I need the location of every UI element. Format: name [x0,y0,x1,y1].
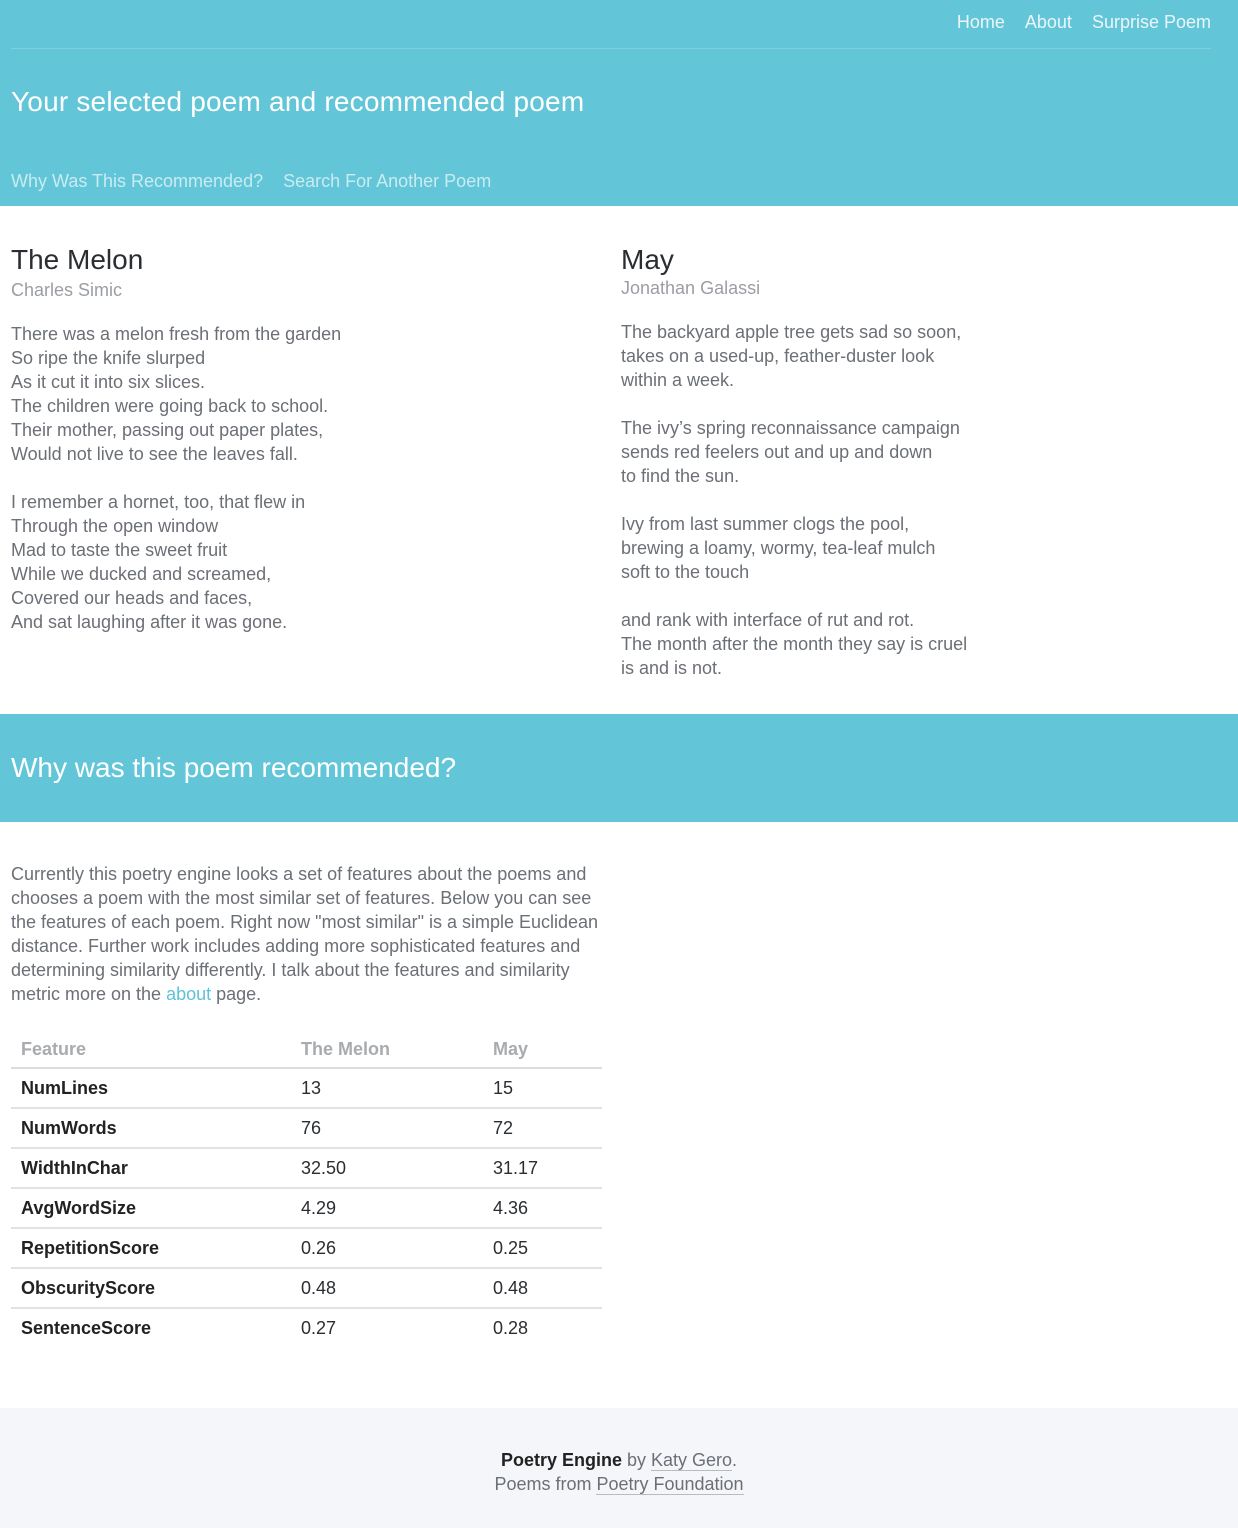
footer-source-link[interactable]: Poetry Foundation [596,1474,744,1495]
feature-value-selected: 76 [291,1108,483,1149]
header-divider [11,48,1211,49]
recommended-poem-title: May [621,244,674,275]
recommended-poem-body: The backyard apple tree gets sad so soon… [621,320,1181,680]
why-recommended-link[interactable]: Why Was This Recommended? [11,171,263,192]
table-header-row: Feature The Melon May [11,1032,602,1069]
feature-name: RepetitionScore [11,1228,291,1269]
feature-value-recommended: 31.17 [483,1148,602,1189]
feature-value-selected: 32.50 [291,1148,483,1189]
poem-line: Covered our heads and faces, [11,588,253,608]
footer-brand: Poetry Engine [500,1450,622,1470]
table-row: NumLines 13 15 [11,1068,602,1109]
poem-line: I remember a hornet, too, that flew in [11,492,306,512]
selected-poem-body: There was a melon fresh from the garden … [11,322,571,634]
features-table: Feature The Melon May NumLines 13 15 Num… [11,1032,602,1348]
feature-value-recommended: 0.25 [483,1228,602,1269]
page-title: Your selected poem and recommended poem [11,86,585,117]
poem-line: So ripe the knife slurped [11,348,206,368]
feature-value-selected: 4.29 [291,1188,483,1229]
feature-value-recommended: 72 [483,1108,602,1149]
selected-poem: The Melon Charles Simic There was a melo… [11,244,571,658]
feature-value-recommended: 0.48 [483,1268,602,1309]
poem-stanza: There was a melon fresh from the garden … [11,322,571,466]
poem-line: The backyard apple tree gets sad so soon… [621,322,962,342]
footer-source-line: Poems from Poetry Foundation [0,1472,1238,1496]
table-row: RepetitionScore 0.26 0.25 [11,1228,602,1269]
table-row: AvgWordSize 4.29 4.36 [11,1188,602,1229]
about-inline-link[interactable]: about [166,984,211,1004]
nav-home-link[interactable]: Home [957,12,1005,33]
table-row: WidthInChar 32.50 31.17 [11,1148,602,1189]
selected-poem-author: Charles Simic [11,280,123,300]
footer-period: . [732,1450,738,1470]
poem-line: There was a melon fresh from the garden [11,324,342,344]
explanation-text-end: page. [211,984,262,1004]
poem-line: Ivy from last summer clogs the pool, [621,514,910,534]
poem-line: soft to the touch [621,562,750,582]
top-nav: Home About Surprise Poem [957,12,1211,33]
footer-author-link[interactable]: Katy Gero [650,1450,733,1471]
feature-value-selected: 0.27 [301,1318,337,1338]
poem-line: While we ducked and screamed, [11,564,272,584]
poem-line: As it cut it into six slices. [11,372,206,392]
poem-line: And sat laughing after it was gone. [11,612,288,632]
poem-stanza: I remember a hornet, too, that flew in T… [11,490,571,634]
feature-value-selected: 0.48 [291,1268,483,1309]
feature-value-selected: 0.26 [291,1228,483,1269]
footer-credit-line: Poetry Engine by Katy Gero. [0,1448,1238,1472]
feature-name: AvgWordSize [11,1188,291,1229]
nav-about-link[interactable]: About [1025,12,1072,33]
poem-line: within a week. [621,370,735,390]
poem-line: takes on a used-up, feather-duster look [621,346,935,366]
poem-line: to find the sun. [621,466,740,486]
header-banner: Home About Surprise Poem Your selected p… [0,0,1238,206]
feature-name: SentenceScore [21,1318,152,1338]
poem-line: Would not live to see the leaves fall. [11,444,298,464]
poem-line: Through the open window [11,516,219,536]
explanation-text: Currently this poetry engine looks a set… [11,864,599,1004]
poem-stanza: The backyard apple tree gets sad so soon… [621,320,1181,392]
poem-line: Their mother, passing out paper plates, [11,420,324,440]
footer-by-text: by [621,1450,651,1470]
feature-name: NumWords [11,1108,291,1149]
feature-name: WidthInChar [11,1148,291,1189]
feature-value-recommended: 0.28 [493,1318,529,1338]
poem-stanza: and rank with interface of rut and rot. … [621,608,1181,680]
poem-line: sends red feelers out and up and down [621,442,933,462]
feature-value-recommended: 4.36 [483,1188,602,1229]
header-selected-poem: The Melon [291,1032,483,1069]
poem-line: The ivy’s spring reconnaissance campaign [621,418,960,438]
poem-line: Mad to taste the sweet fruit [11,540,228,560]
poem-line: is and is not. [621,658,723,678]
table-row: SentenceScore 0.27 0.28 [11,1308,602,1348]
header-feature: Feature [11,1032,291,1069]
feature-value-selected: 13 [291,1068,483,1109]
poem-line: The month after the month they say is cr… [621,634,968,654]
why-section-title: Why was this poem recommended? [11,752,457,783]
nav-surprise-poem-link[interactable]: Surprise Poem [1092,12,1211,33]
feature-name: ObscurityScore [11,1268,291,1309]
feature-name: NumLines [11,1068,291,1109]
feature-value-recommended: 15 [483,1068,602,1109]
footer: Poetry Engine by Katy Gero. Poems from P… [0,1408,1238,1528]
sub-nav: Why Was This Recommended? Search For Ano… [11,171,491,192]
table-row: NumWords 76 72 [11,1108,602,1149]
poem-line: brewing a loamy, wormy, tea-leaf mulch [621,538,936,558]
explanation-paragraph: Currently this poetry engine looks a set… [11,862,607,1006]
recommended-poem-author: Jonathan Galassi [621,278,761,298]
recommended-poem: May Jonathan Galassi The backyard apple … [621,244,1181,704]
footer-poems-from-text: Poems from [494,1474,597,1494]
poem-line: and rank with interface of rut and rot. [621,610,915,630]
search-another-poem-link[interactable]: Search For Another Poem [283,171,491,192]
poem-stanza: The ivy’s spring reconnaissance campaign… [621,416,1181,488]
table-row: ObscurityScore 0.48 0.48 [11,1268,602,1309]
header-recommended-poem: May [483,1032,602,1069]
poem-stanza: Ivy from last summer clogs the pool, bre… [621,512,1181,584]
poem-line: The children were going back to school. [11,396,329,416]
selected-poem-title: The Melon [11,244,144,275]
